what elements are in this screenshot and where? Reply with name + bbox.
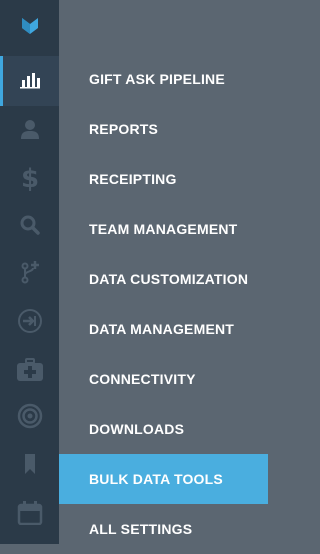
rail-item-calendar[interactable] (0, 490, 59, 540)
menu-item-label: TEAM MANAGEMENT (89, 221, 238, 237)
sign-in-icon (17, 308, 43, 339)
menu-item-label: RECEIPTING (89, 171, 177, 187)
search-icon (19, 214, 41, 241)
branch-plus-icon (19, 260, 41, 289)
menu-item-gift-ask-pipeline[interactable]: GIFT ASK PIPELINE (59, 54, 268, 104)
menu-item-label: CONNECTIVITY (89, 371, 196, 387)
menu-item-label: GIFT ASK PIPELINE (89, 71, 225, 87)
user-icon (19, 118, 41, 145)
rail-item-goals[interactable] (0, 393, 59, 443)
app-root: $ GIFT ASK PIPELINE REPORTS RECEIPTING T… (0, 0, 268, 544)
medical-kit-icon (16, 357, 44, 387)
menu-item-label: ALL SETTINGS (89, 521, 193, 537)
menu-item-bulk-data-tools[interactable]: BULK DATA TOOLS (59, 454, 268, 504)
menu-item-data-management[interactable]: DATA MANAGEMENT (59, 304, 268, 354)
calendar-icon (17, 500, 43, 530)
rail-item-donations[interactable]: $ (0, 155, 59, 205)
bar-chart-icon (19, 68, 41, 95)
menu-item-label: BULK DATA TOOLS (89, 471, 223, 487)
menu-item-connectivity[interactable]: CONNECTIVITY (59, 354, 268, 404)
menu-item-team-management[interactable]: TEAM MANAGEMENT (59, 204, 268, 254)
settings-menu: GIFT ASK PIPELINE REPORTS RECEIPTING TEA… (59, 54, 268, 544)
svg-text:$: $ (20, 164, 38, 192)
rail-item-saved[interactable] (0, 441, 59, 491)
rail-item-import[interactable] (0, 298, 59, 348)
menu-item-data-customization[interactable]: DATA CUSTOMIZATION (59, 254, 268, 304)
logo[interactable] (0, 0, 59, 56)
rail-item-toolkit[interactable] (0, 347, 59, 397)
menu-item-label: DATA CUSTOMIZATION (89, 271, 249, 287)
icon-rail: $ (0, 0, 59, 544)
logo-icon (20, 16, 40, 41)
menu-item-receipting[interactable]: RECEIPTING (59, 154, 268, 204)
menu-item-all-settings[interactable]: ALL SETTINGS (59, 504, 268, 554)
bookmark-icon (22, 453, 38, 480)
rail-item-pipeline[interactable] (0, 249, 59, 299)
dollar-icon: $ (19, 164, 41, 197)
menu-item-label: REPORTS (89, 121, 159, 137)
rail-item-dashboard[interactable] (0, 56, 59, 106)
rail-item-search[interactable] (0, 202, 59, 252)
menu-item-label: DATA MANAGEMENT (89, 321, 235, 337)
menu-item-reports[interactable]: REPORTS (59, 104, 268, 154)
rail-item-people[interactable] (0, 106, 59, 156)
target-icon (17, 403, 43, 434)
menu-item-downloads[interactable]: DOWNLOADS (59, 404, 268, 454)
menu-item-label: DOWNLOADS (89, 421, 185, 437)
